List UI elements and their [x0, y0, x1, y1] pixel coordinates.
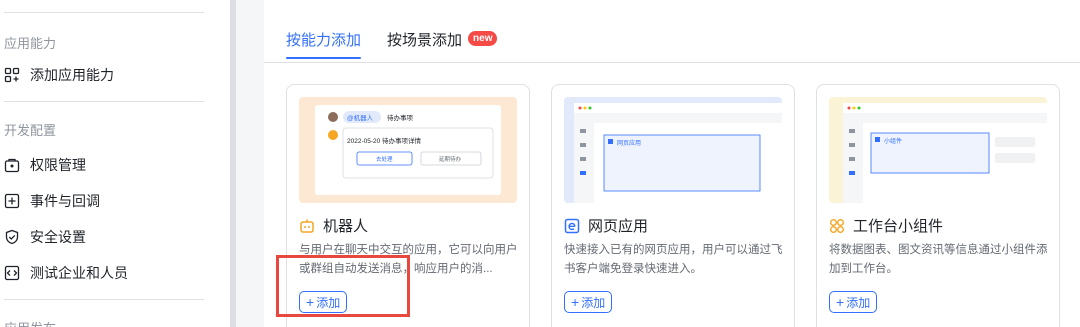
- card-title: 工作台小组件: [829, 215, 943, 236]
- bot-date-line: 2022-05-20 待办事项详情: [347, 138, 422, 145]
- sidebar-divider: [4, 12, 204, 13]
- bot-tag: @机器人: [347, 115, 374, 122]
- bot-preview-btn2: 延期待办: [439, 157, 462, 163]
- web-e-icon: [564, 218, 580, 234]
- bot-message: 待办事项: [387, 115, 413, 122]
- sidebar-item-test-enterprise[interactable]: 测试企业和人员: [4, 260, 128, 286]
- sidebar-item-label: 事件与回调: [30, 193, 100, 209]
- add-grid-icon: [4, 67, 20, 83]
- sidebar-item-add-ability[interactable]: 添加应用能力: [4, 62, 114, 88]
- sidebar-section-ability: 应用能力: [4, 36, 57, 51]
- card-title-text: 机器人: [323, 218, 369, 235]
- bot-preview-image: @机器人 待办事项 2022-05-20 待办事项详情 去处理 延期待办: [299, 97, 517, 203]
- bot-preview-btn1: 去处理: [376, 157, 393, 163]
- add-widget-button[interactable]: + 添加: [829, 291, 878, 313]
- card-title-text: 网页应用: [588, 218, 649, 235]
- sidebar-item-label: 添加应用能力: [30, 67, 114, 83]
- robot-icon: [299, 218, 315, 234]
- sidebar-divider: [4, 101, 204, 102]
- tab-label: 按能力添加: [286, 32, 362, 49]
- tab-by-ability[interactable]: 按能力添加: [286, 22, 362, 62]
- plus-icon: +: [836, 294, 845, 310]
- shield-check-icon: [4, 229, 20, 245]
- tab-label: 按场景添加: [387, 32, 463, 49]
- tab-bar: 按能力添加 按场景添加 new: [286, 22, 523, 62]
- content-gutter: [236, 0, 264, 327]
- sidebar: 应用能力 添加应用能力 开发配置 权限管理 事件与回调 安全设置 测试企业和人员: [0, 0, 230, 327]
- card-title: 机器人: [299, 215, 368, 236]
- app-root: 应用能力 添加应用能力 开发配置 权限管理 事件与回调 安全设置 测试企业和人员…: [0, 0, 1080, 327]
- sidebar-item-label: 安全设置: [30, 229, 86, 245]
- widget-preview-label: 小组件: [884, 139, 903, 145]
- sidebar-item-label: 权限管理: [30, 157, 86, 173]
- widget-grid-icon: [829, 218, 845, 234]
- add-button-label: 添加: [581, 295, 606, 310]
- web-app-preview-label: 网页应用: [617, 141, 642, 147]
- event-plus-icon: [4, 193, 20, 209]
- card-widget[interactable]: 小组件 工作台小组件 将数据图表、图文资讯等信息通过小组件添加到工作台。 + 添…: [816, 84, 1060, 327]
- sidebar-item-label: 测试企业和人员: [30, 265, 128, 281]
- sidebar-item-security[interactable]: 安全设置: [4, 224, 86, 250]
- plus-icon: +: [571, 294, 580, 310]
- add-web-app-button[interactable]: + 添加: [564, 291, 613, 313]
- sidebar-section-publish: 应用发布: [4, 318, 56, 327]
- tab-divider: [264, 62, 1080, 63]
- card-title-text: 工作台小组件: [853, 218, 944, 235]
- card-description: 快速接入已有的网页应用，用户可以通过飞书客户端免登录快速进入。: [564, 244, 783, 275]
- sidebar-item-permissions[interactable]: 权限管理: [4, 152, 86, 178]
- sidebar-item-events[interactable]: 事件与回调: [4, 188, 100, 214]
- add-button-label: 添加: [846, 295, 871, 310]
- web-app-preview-image: 网页应用: [564, 97, 782, 203]
- sidebar-divider: [4, 299, 204, 300]
- card-title: 网页应用: [564, 215, 648, 236]
- sidebar-section-dev: 开发配置: [4, 123, 57, 138]
- card-web-app[interactable]: 网页应用 网页应用 快速接入已有的网页应用，用户可以通过飞书客户端免登录快速进入…: [551, 84, 795, 327]
- annotation-highlight-box: [276, 255, 410, 317]
- new-badge: new: [468, 31, 498, 46]
- permission-box-icon: [4, 157, 20, 173]
- tab-by-scenario[interactable]: 按场景添加 new: [387, 22, 498, 62]
- card-description: 将数据图表、图文资讯等信息通过小组件添加到工作台。: [829, 244, 1048, 275]
- code-box-icon: [4, 265, 20, 281]
- widget-preview-image: 小组件: [829, 97, 1047, 203]
